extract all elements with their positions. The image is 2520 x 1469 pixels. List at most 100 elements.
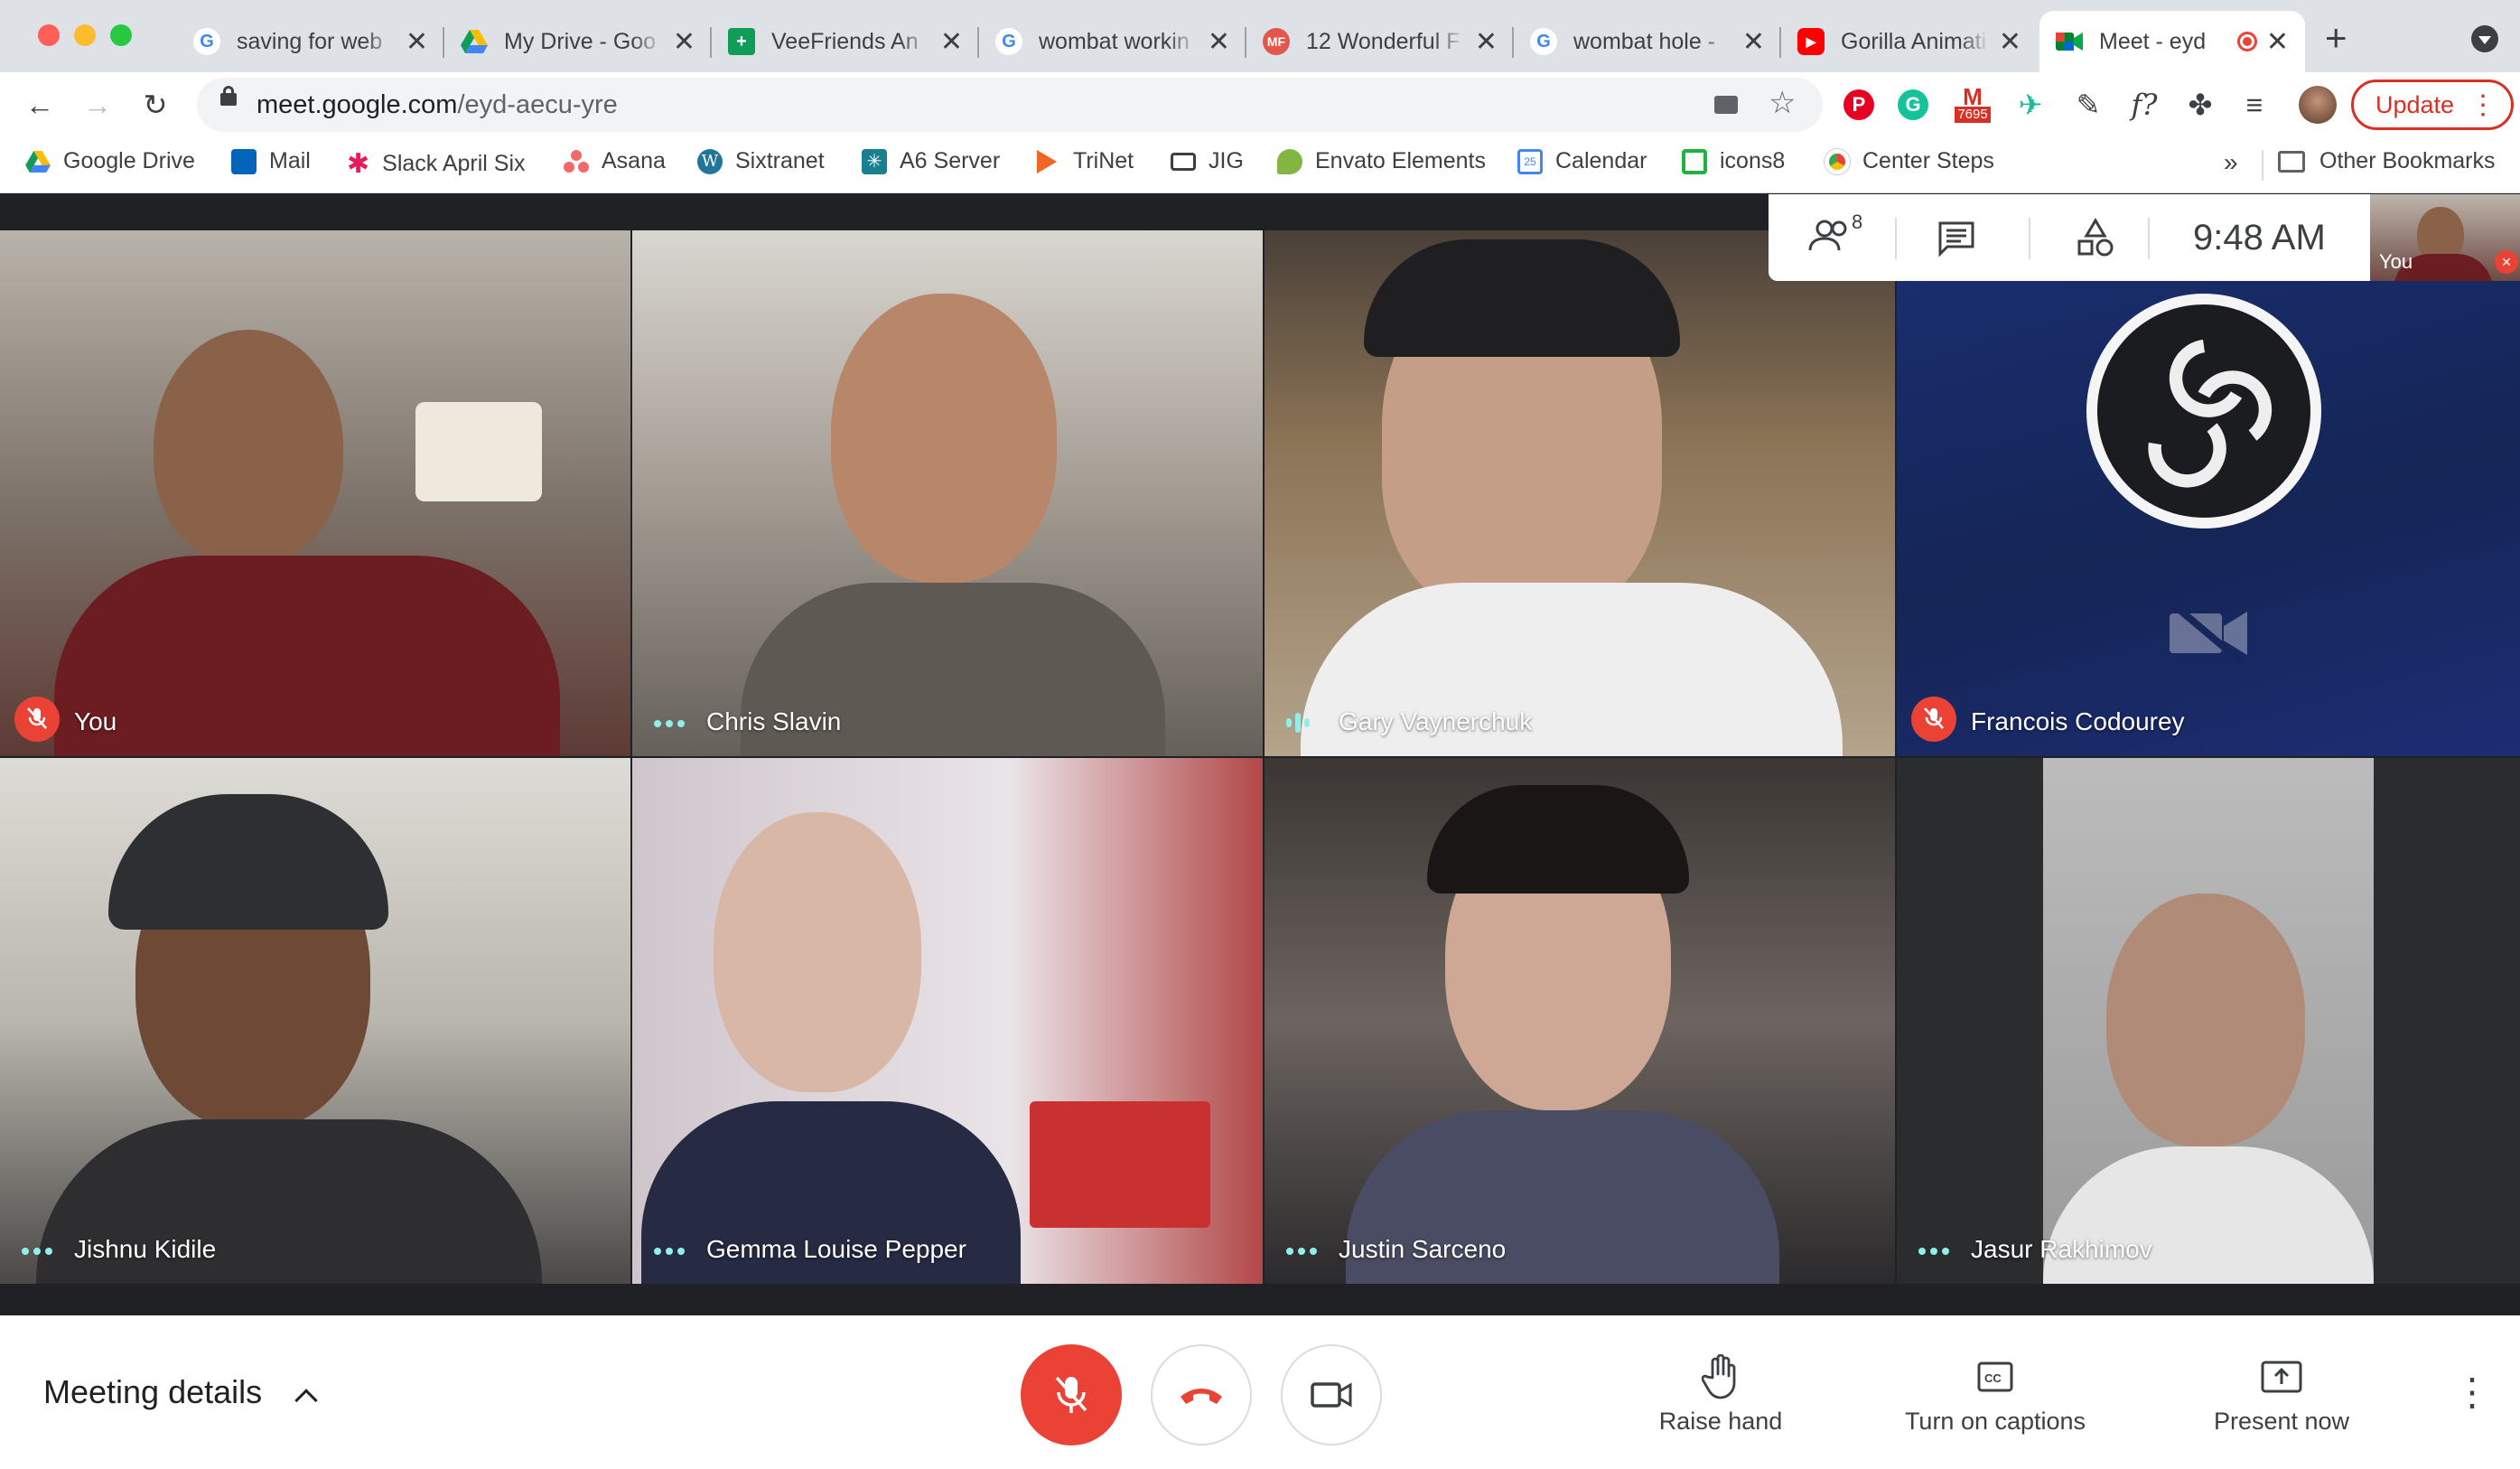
tab-wombat-working[interactable]: G wombat workin ✕ xyxy=(979,11,1246,72)
close-tab-icon[interactable]: ✕ xyxy=(406,26,428,58)
participant-video xyxy=(714,812,921,1092)
address-bar[interactable]: meet.google.com/eyd-aecu-yre ☆ xyxy=(197,78,1823,132)
bookmark-icons8[interactable]: icons8 xyxy=(1682,148,1785,174)
camera-icon[interactable] xyxy=(1714,96,1738,114)
activities-button[interactable] xyxy=(2076,218,2115,264)
bookmark-star-icon[interactable]: ☆ xyxy=(1769,85,1796,121)
tab-12-wonderful[interactable]: MF 12 Wonderful F ✕ xyxy=(1246,11,1514,72)
gmail-checker-icon[interactable]: M 7695 xyxy=(1947,85,1998,125)
captions-button[interactable]: CC Turn on captions xyxy=(1895,1353,2095,1436)
bookmark-mail[interactable]: Mail xyxy=(231,148,311,174)
bookmark-label: Sixtranet xyxy=(735,148,825,173)
gmail-unread-badge: 7695 xyxy=(1955,107,1991,123)
tab-title: saving for web xyxy=(237,28,383,54)
bookmark-label: Mail xyxy=(269,148,311,173)
tab-meet[interactable]: Meet - eyd ✕ xyxy=(2039,11,2305,72)
hang-up-icon xyxy=(1181,1389,1222,1404)
grammarly-icon[interactable]: G xyxy=(1893,85,1933,125)
a6-icon: ✳ xyxy=(862,148,887,174)
meeting-clock: 9:48 AM xyxy=(2193,218,2326,257)
meet-stage: You Chris Slavin Gary Vaynerchuk Francoi… xyxy=(0,194,2520,1315)
font-icon[interactable]: f? xyxy=(2124,85,2164,125)
tab-saving-for-web[interactable]: G saving for web ✕ xyxy=(177,11,444,72)
participant-tile[interactable]: Gemma Louise Pepper xyxy=(632,758,1263,1284)
tab-gorilla-animation[interactable]: ▶ Gorilla Animati ✕ xyxy=(1781,11,2038,72)
bookmark-label: A6 Server xyxy=(900,148,1001,173)
zoom-window-button[interactable] xyxy=(110,24,132,46)
update-button[interactable]: Update ⋮ xyxy=(2351,80,2514,130)
close-tab-icon[interactable]: ✕ xyxy=(940,26,963,58)
tab-wombat-hole[interactable]: G wombat hole - ✕ xyxy=(1514,11,1781,72)
participant-name: Francois Codourey xyxy=(1971,707,2185,735)
bookmark-trinet[interactable]: TriNet xyxy=(1037,148,1134,174)
extensions-puzzle-icon[interactable]: ✤ xyxy=(2180,85,2220,125)
new-tab-button[interactable]: + xyxy=(2325,16,2347,60)
reload-button[interactable]: ↻ xyxy=(135,85,175,125)
participant-video xyxy=(154,330,343,565)
participant-tile[interactable]: Chris Slavin xyxy=(632,230,1263,756)
people-button[interactable]: 8 xyxy=(1808,211,1871,263)
minimize-window-button[interactable] xyxy=(74,24,96,46)
eyedropper-icon[interactable]: ✎ xyxy=(2068,85,2108,125)
raise-hand-button[interactable]: Raise hand xyxy=(1653,1353,1788,1436)
bookmarks-overflow-button[interactable]: » xyxy=(2224,148,2238,177)
participant-tile[interactable]: You xyxy=(0,230,630,756)
participant-tile[interactable]: Jishnu Kidile xyxy=(0,758,630,1284)
participant-tile[interactable]: Jasur Rakhimov xyxy=(1897,758,2520,1284)
extension-bird-icon[interactable]: ✈ xyxy=(2011,85,2050,125)
toggle-microphone-button[interactable] xyxy=(1021,1344,1122,1446)
participant-name: Gemma Louise Pepper xyxy=(706,1235,966,1263)
self-view-thumbnail[interactable]: You ✕ xyxy=(2370,194,2520,281)
tab-title: wombat hole - xyxy=(1573,28,1716,54)
meeting-details-button[interactable]: Meeting details xyxy=(43,1373,318,1412)
tab-bar: G saving for web ✕ My Drive - Goo ✕ + Ve… xyxy=(0,0,2520,72)
bookmark-asana[interactable]: Asana xyxy=(564,148,666,174)
bookmark-envato-elements[interactable]: Envato Elements xyxy=(1277,148,1486,174)
participant-tile[interactable]: Justin Sarceno xyxy=(1265,758,1895,1284)
participant-tile[interactable]: Francois Codourey xyxy=(1897,230,2520,756)
bookmark-a6-server[interactable]: ✳ A6 Server xyxy=(862,148,1000,174)
media-queue-icon[interactable]: ≡ xyxy=(2235,85,2274,125)
close-tab-icon[interactable]: ✕ xyxy=(1999,26,2021,58)
leave-call-button[interactable] xyxy=(1151,1344,1252,1446)
forward-button[interactable]: → xyxy=(78,85,117,125)
chevron-down-icon xyxy=(2478,36,2491,44)
mic-off-icon xyxy=(1055,1376,1087,1413)
other-bookmarks-label: Other Bookmarks xyxy=(2319,148,2496,173)
close-tab-icon[interactable]: ✕ xyxy=(673,26,695,58)
chat-button[interactable] xyxy=(1937,220,1976,262)
tab-veefriends[interactable]: + VeeFriends An ✕ xyxy=(712,11,979,72)
close-tab-icon[interactable]: ✕ xyxy=(1475,26,1498,58)
google-drive-icon xyxy=(25,150,51,173)
tab-title: 12 Wonderful F xyxy=(1306,28,1461,54)
tab-title: Gorilla Animati xyxy=(1841,28,1987,54)
google-drive-icon xyxy=(461,28,488,55)
other-bookmarks-folder[interactable]: Other Bookmarks xyxy=(2278,148,2496,174)
present-now-button[interactable]: Present now xyxy=(2200,1353,2363,1436)
bookmark-jig[interactable]: JIG xyxy=(1171,148,1244,174)
close-tab-icon[interactable]: ✕ xyxy=(1742,26,1765,58)
back-button[interactable]: ← xyxy=(20,85,60,125)
bookmark-label: Envato Elements xyxy=(1315,148,1486,173)
participant-tile[interactable]: Gary Vaynerchuk xyxy=(1265,230,1895,756)
captions-label: Turn on captions xyxy=(1904,1408,2086,1435)
tab-search-button[interactable] xyxy=(2471,25,2498,52)
profile-avatar[interactable] xyxy=(2298,85,2338,125)
close-tab-icon[interactable]: ✕ xyxy=(1208,26,1230,58)
more-options-button[interactable]: ⋮ xyxy=(2453,1370,2491,1414)
google-icon: G xyxy=(995,28,1022,55)
bookmark-slack-april-six[interactable]: ✱ Slack April Six xyxy=(347,148,526,180)
bookmark-calendar[interactable]: 25 Calendar xyxy=(1517,148,1647,174)
pinterest-icon[interactable]: P xyxy=(1839,85,1879,125)
bookmark-center-steps[interactable]: Center Steps xyxy=(1825,148,1994,174)
hand-icon xyxy=(1702,1354,1736,1399)
bookmark-label: Asana xyxy=(602,148,666,173)
bookmark-google-drive[interactable]: Google Drive xyxy=(25,148,195,174)
bookmark-sixtranet[interactable]: W Sixtranet xyxy=(697,148,825,174)
tab-my-drive[interactable]: My Drive - Goo ✕ xyxy=(444,11,712,72)
participant-name: Justin Sarceno xyxy=(1339,1235,1507,1263)
close-window-button[interactable] xyxy=(38,24,60,46)
more-options-icon xyxy=(1918,1248,1949,1255)
toggle-camera-button[interactable] xyxy=(1281,1344,1382,1446)
close-tab-icon[interactable]: ✕ xyxy=(2266,26,2289,58)
